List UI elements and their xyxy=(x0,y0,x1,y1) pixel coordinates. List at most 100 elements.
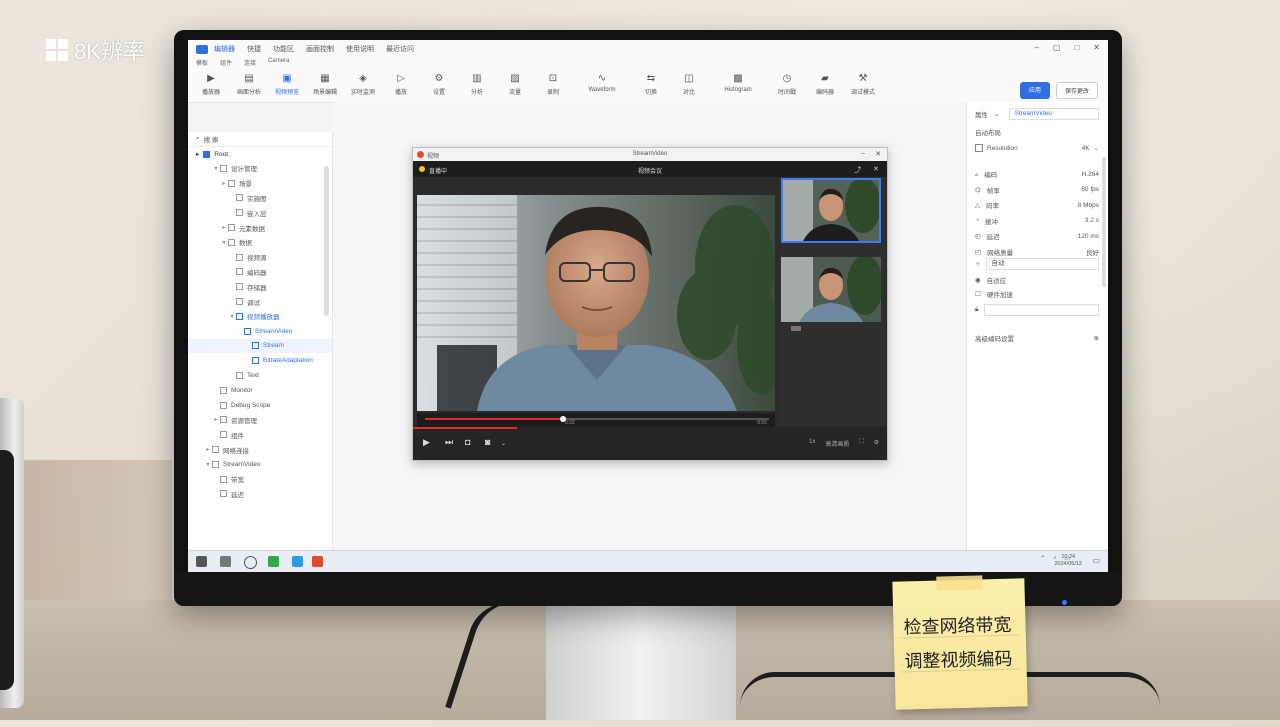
tree-item[interactable]: BitrateAdaptation xyxy=(188,353,332,368)
expand-toggle-icon[interactable]: ▾ xyxy=(228,313,236,320)
tree-item[interactable]: ▸ 资源管理 xyxy=(188,413,332,428)
participant-thumbnail-2[interactable] xyxy=(781,257,881,322)
property-value[interactable]: 8 Mbps xyxy=(1078,202,1099,209)
apply-button[interactable]: 应用 xyxy=(1019,82,1050,99)
ribbon-button[interactable]: ◈ 实时监测 xyxy=(346,70,380,102)
tree-scrollbar[interactable] xyxy=(324,166,329,316)
menu-item[interactable]: 画面控制 xyxy=(306,44,334,54)
close-icon[interactable]: ✕ xyxy=(875,150,881,158)
tree-item[interactable]: ▾ 数据 xyxy=(188,235,332,250)
ribbon-button[interactable]: ▨ 流量 xyxy=(498,70,532,102)
sub-toolbar-item[interactable]: Camera xyxy=(268,58,289,70)
menu-item[interactable]: 功能区 xyxy=(273,44,294,54)
minimize-icon[interactable]: – xyxy=(1034,43,1038,52)
advanced-row[interactable]: 高级编码设置 ⊕ xyxy=(975,332,1099,344)
tree-item[interactable]: 编码器 xyxy=(188,265,332,280)
tree-search[interactable]: ⌕ 搜 索 xyxy=(188,132,332,147)
expand-toggle-icon[interactable]: ▾ xyxy=(220,239,228,246)
share-icon[interactable]: ⤴ xyxy=(854,165,861,175)
minimize-icon[interactable]: – xyxy=(861,150,865,158)
menu-item[interactable]: 编辑器 xyxy=(214,44,235,54)
radio-icon[interactable]: ◉ xyxy=(975,276,981,284)
seek-track[interactable] xyxy=(425,416,769,422)
save-changes-button[interactable]: 保存更改 xyxy=(1055,82,1098,99)
menu-item[interactable]: 使用说明 xyxy=(346,44,374,54)
ribbon-button[interactable]: ◷ 时间戳 xyxy=(770,70,804,102)
wifi-icon[interactable]: ⌃ xyxy=(1040,555,1045,562)
tree-item[interactable]: ▾ StreamVideo xyxy=(188,457,332,472)
resolution-value[interactable]: 4K xyxy=(1082,145,1090,152)
tree-item[interactable]: 组件 xyxy=(188,427,332,442)
recorder-icon[interactable] xyxy=(312,556,323,567)
tree-item[interactable]: 嵌入层 xyxy=(188,205,332,220)
ribbon-button[interactable]: ∿ Waveform xyxy=(574,70,630,102)
browser-icon[interactable] xyxy=(268,556,279,567)
tree-item[interactable]: Monitor xyxy=(188,383,332,398)
participant-thumbnail-1[interactable] xyxy=(781,178,881,243)
tree-item[interactable]: ▸ 网络连接 xyxy=(188,442,332,457)
tree-item[interactable]: 实施图 xyxy=(188,191,332,206)
expand-toggle-icon[interactable]: ▸ xyxy=(220,224,228,231)
camera-icon[interactable]: ◘ xyxy=(465,437,470,447)
ribbon-button[interactable]: ▷ 播放 xyxy=(384,70,418,102)
search-icon[interactable] xyxy=(244,556,257,569)
chevron-down-icon[interactable]: ⌄ xyxy=(501,440,506,447)
tree-item[interactable]: ▾ 设计管理 xyxy=(188,161,332,176)
expand-toggle-icon[interactable]: ▸ xyxy=(220,180,228,187)
tree-item[interactable]: ▾ 视频播放器 xyxy=(188,309,332,324)
ribbon-button[interactable]: ⚙ 设置 xyxy=(422,70,456,102)
menu-item[interactable]: 快捷 xyxy=(247,44,261,54)
object-select[interactable]: StreamVideo xyxy=(1009,108,1099,120)
ribbon-button[interactable]: ▰ 编码器 xyxy=(808,70,842,102)
property-value[interactable]: H.264 xyxy=(1082,171,1099,178)
close-icon[interactable]: ✕ xyxy=(1093,43,1100,52)
maximize-icon[interactable]: □ xyxy=(1074,43,1079,52)
ribbon-button[interactable]: ◫ 对比 xyxy=(672,70,706,102)
menu-item[interactable]: 最近访问 xyxy=(386,44,414,54)
ribbon-button[interactable]: ▥ 分析 xyxy=(460,70,494,102)
expand-toggle-icon[interactable]: ▾ xyxy=(204,461,212,468)
checkbox-icon[interactable] xyxy=(975,144,983,152)
ribbon-button[interactable]: ▩ Histogram xyxy=(710,70,766,102)
expand-toggle-icon[interactable]: ▸ xyxy=(212,416,220,423)
ribbon-button[interactable]: ⚒ 调试模式 xyxy=(846,70,880,102)
close-icon[interactable]: ✕ xyxy=(873,165,879,175)
tree-item[interactable]: 延迟 xyxy=(188,487,332,502)
property-value[interactable]: 60 fps xyxy=(1081,186,1099,193)
settings-icon[interactable]: ⚙ xyxy=(874,439,879,448)
ribbon-button[interactable]: ▣ 视频预览 xyxy=(270,70,304,102)
mode-select[interactable]: 自动 xyxy=(986,258,1099,270)
ribbon-button[interactable]: ▦ 场景编辑 xyxy=(308,70,342,102)
play-icon[interactable]: ▶ xyxy=(423,437,430,448)
ribbon-button[interactable]: ⇆ 切换 xyxy=(634,70,668,102)
ribbon-button[interactable]: ⊡ 录制 xyxy=(536,70,570,102)
properties-scrollbar[interactable] xyxy=(1102,157,1106,287)
widgets-icon[interactable] xyxy=(220,556,231,567)
tree-item[interactable]: 存储器 xyxy=(188,279,332,294)
property-value[interactable]: 良好 xyxy=(1086,247,1099,257)
tree-item[interactable]: ▸ 元素数据 xyxy=(188,220,332,235)
property-value[interactable]: 3.2 s xyxy=(1085,217,1099,224)
start-icon[interactable] xyxy=(196,556,207,567)
sub-toolbar-item[interactable]: 组件 xyxy=(220,58,232,70)
tree-item[interactable]: ▸ 场景 xyxy=(188,176,332,191)
restore-icon[interactable]: ▢ xyxy=(1053,43,1061,52)
fullscreen-icon[interactable]: ⛶ xyxy=(859,439,863,448)
app-icon[interactable] xyxy=(292,556,303,567)
next-icon[interactable]: ⏭ xyxy=(445,437,453,448)
tree-item[interactable]: 视频源 xyxy=(188,250,332,265)
tree-item[interactable]: StreamVideo xyxy=(188,324,332,339)
blank-select[interactable] xyxy=(984,304,1099,316)
ribbon-button[interactable]: ▤ 画面分析 xyxy=(232,70,266,102)
volume-icon[interactable]: ◙ xyxy=(485,437,490,447)
property-value[interactable]: 120 ms xyxy=(1078,233,1099,240)
checkbox-icon[interactable]: ☐ xyxy=(975,290,981,298)
tree-item[interactable]: Debug Scope xyxy=(188,398,332,413)
expand-toggle-icon[interactable]: ▸ xyxy=(204,446,212,453)
tree-item[interactable]: 调试 xyxy=(188,294,332,309)
sub-toolbar-item[interactable]: 连接 xyxy=(244,58,256,70)
tree-item[interactable]: Stream xyxy=(188,338,332,354)
sub-toolbar-item[interactable]: 模板 xyxy=(196,58,208,70)
tree-item[interactable]: 带宽 xyxy=(188,472,332,487)
expand-toggle-icon[interactable]: ▾ xyxy=(212,165,220,172)
